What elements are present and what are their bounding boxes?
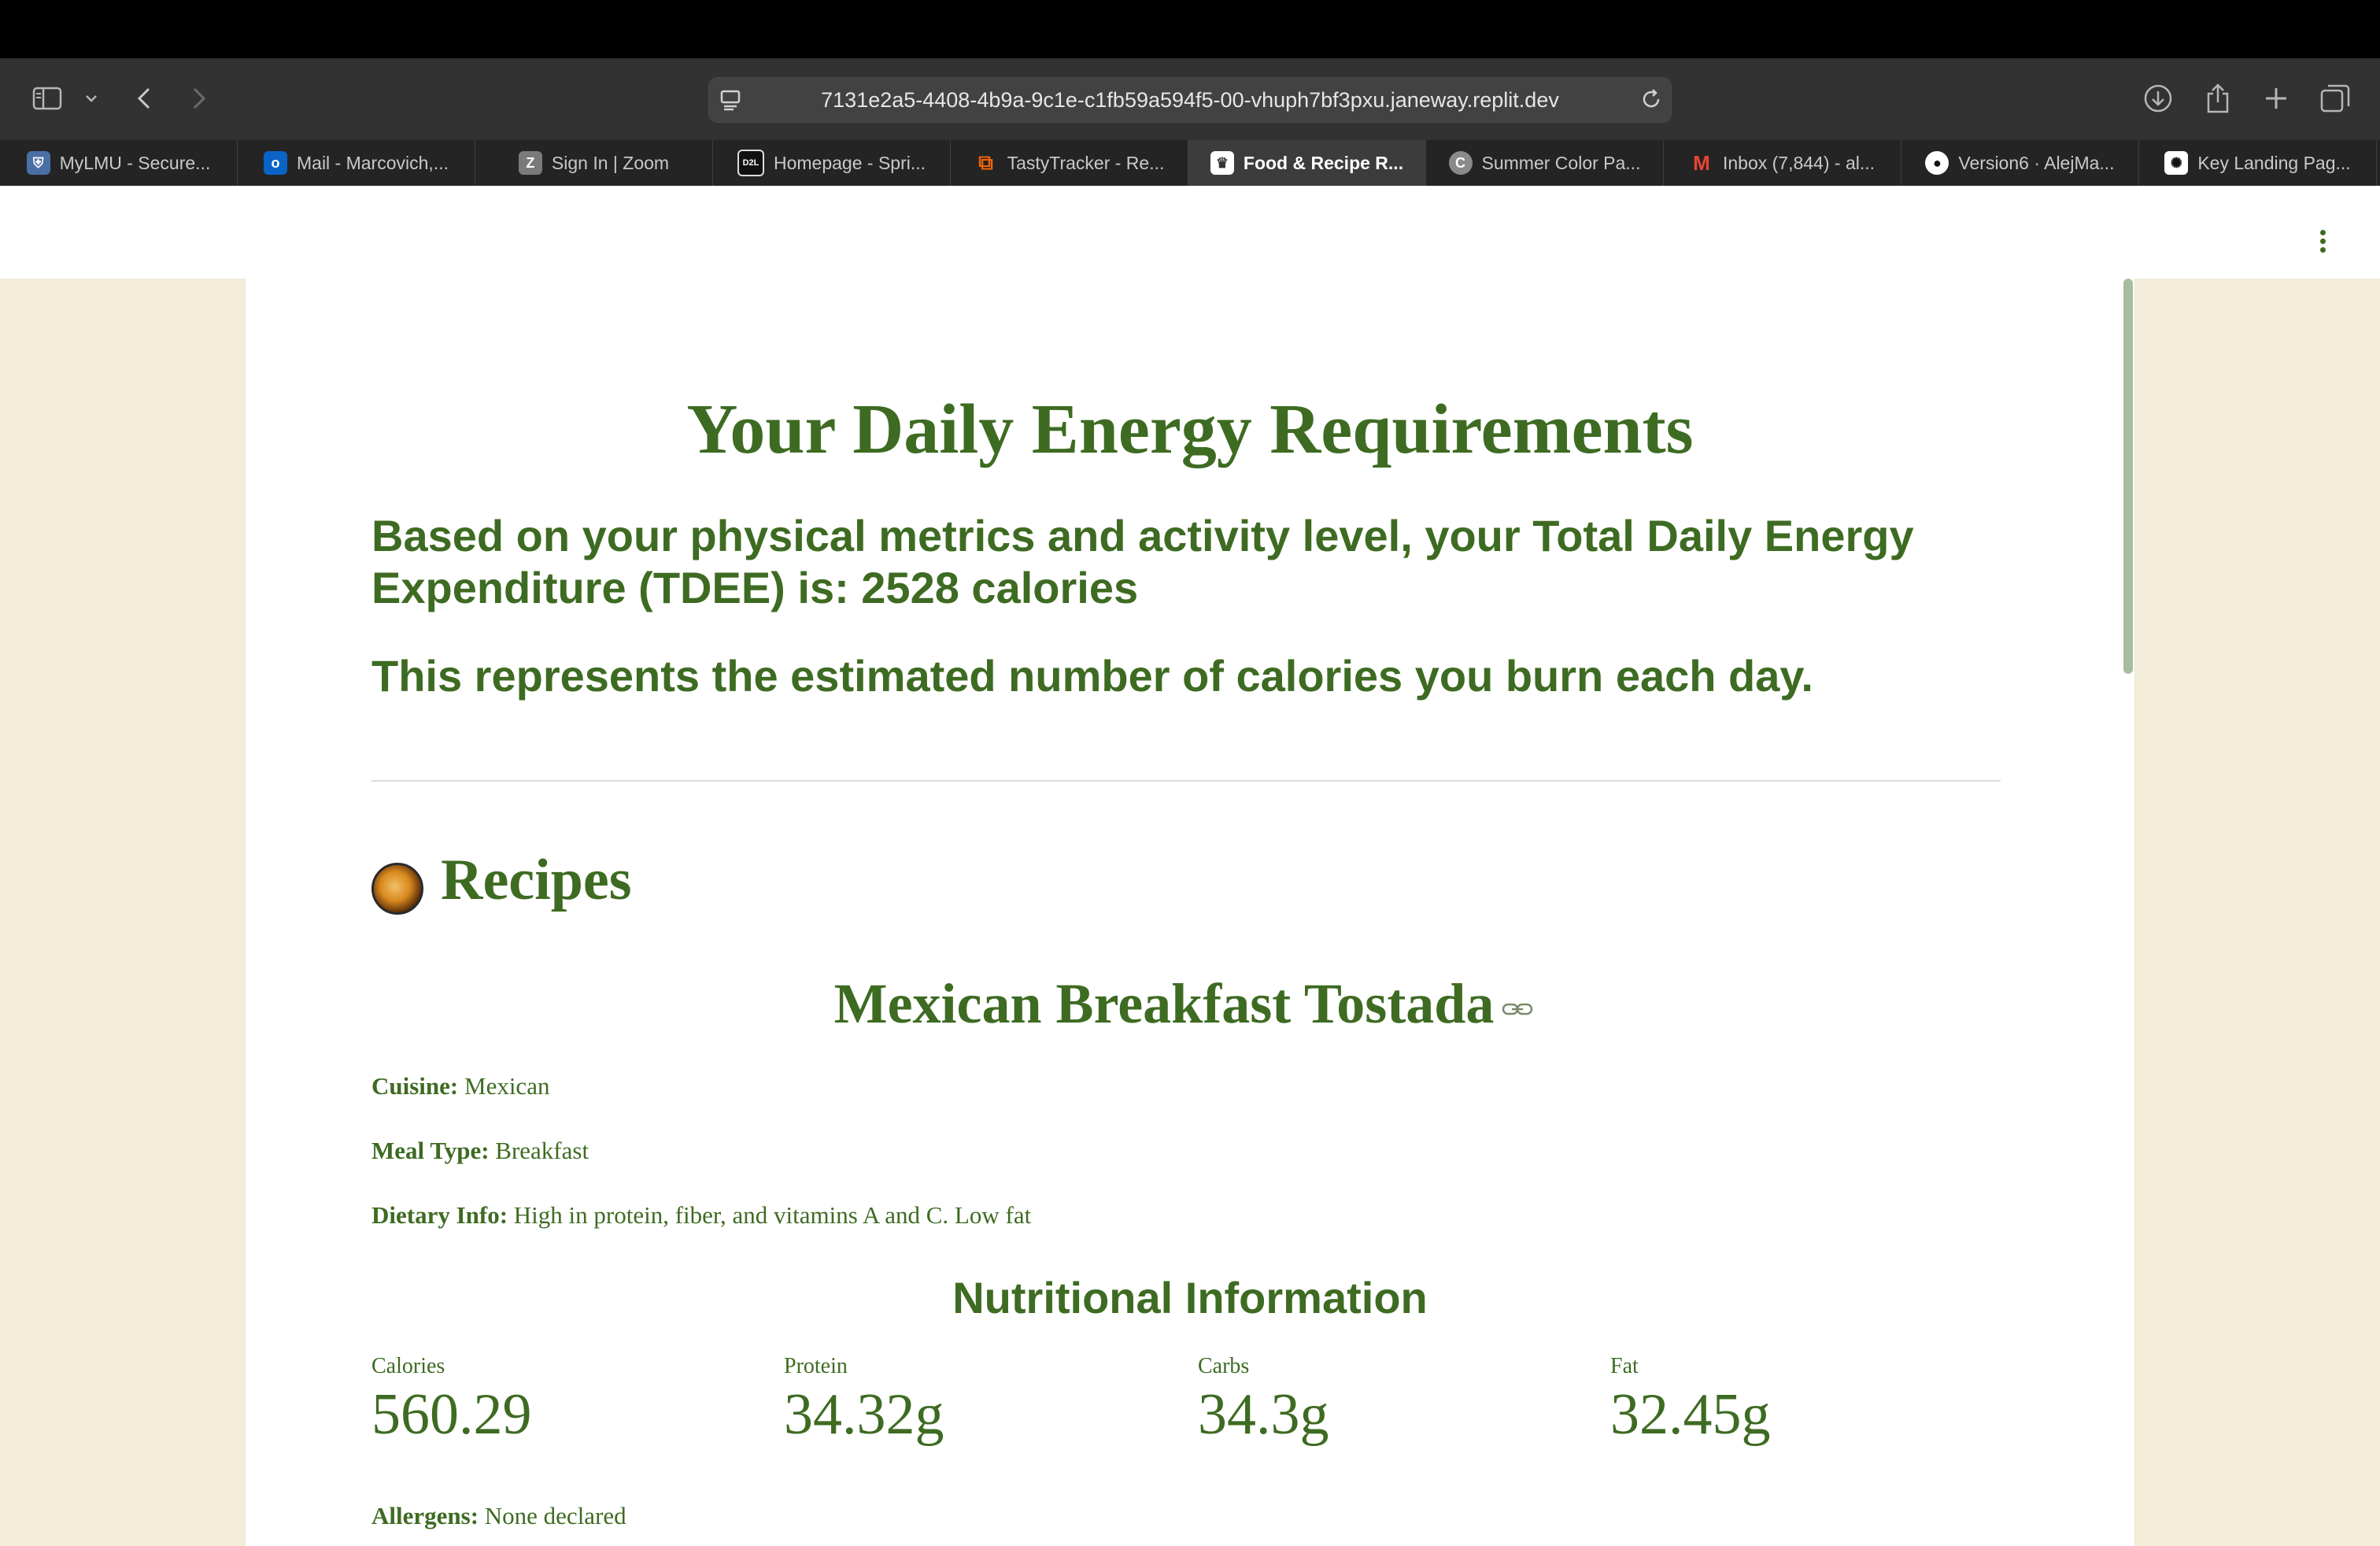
reload-icon[interactable] — [1639, 87, 1663, 115]
downloads-icon[interactable] — [2141, 79, 2175, 118]
tab-summer-color[interactable]: C Summer Color Pa... — [1426, 140, 1664, 186]
tdee-summary: Based on your physical metrics and activ… — [371, 511, 1914, 612]
dietary-field: Dietary Info: High in protein, fiber, an… — [371, 1201, 1031, 1230]
replit-favicon-icon: ⧉ — [978, 150, 993, 174]
cuisine-value: Mexican — [464, 1072, 550, 1100]
share-icon[interactable] — [2201, 79, 2235, 118]
nutrition-heading: Nutritional Information — [952, 1273, 1428, 1322]
tab-homepage[interactable]: D2L Homepage - Spri... — [713, 140, 951, 186]
carbs-label: Carbs — [1198, 1354, 1250, 1378]
cuisine-field: Cuisine: Mexican — [371, 1072, 549, 1100]
browser-toolbar: 7131e2a5-4408-4b9a-9c1e-c1fb59a594f5-00-… — [0, 58, 2380, 140]
dietary-value: High in protein, fiber, and vitamins A a… — [513, 1201, 1032, 1229]
shield-favicon-icon: ⛨ — [26, 151, 50, 175]
recipe-name: Mexican Breakfast Tostada — [833, 972, 1495, 1035]
dietary-label: Dietary Info: — [371, 1201, 508, 1229]
github-favicon-icon: ● — [1925, 151, 1949, 175]
tab-overview-icon[interactable] — [2317, 79, 2353, 118]
protein-label: Protein — [784, 1354, 848, 1378]
protein-value: 34.32g — [784, 1382, 944, 1447]
d2l-favicon-icon: D2L — [737, 150, 764, 176]
meal-type-value: Breakfast — [495, 1137, 589, 1164]
tab-key-landing[interactable]: ✺ Key Landing Pag... — [2139, 140, 2377, 186]
chevron-down-icon[interactable] — [82, 79, 101, 118]
fat-value: 32.45g — [1610, 1382, 1771, 1447]
cuisine-label: Cuisine: — [371, 1072, 459, 1100]
forward-icon[interactable] — [186, 79, 213, 118]
outlook-favicon-icon: o — [264, 151, 287, 175]
food-bowl-icon — [371, 863, 423, 915]
carbs-stat: Carbs 34.3g — [1198, 1354, 1329, 1450]
sidebar-toggle-icon[interactable] — [30, 79, 65, 118]
tab-zoom[interactable]: Z Sign In | Zoom — [475, 140, 713, 186]
calories-value: 560.29 — [371, 1382, 532, 1447]
recipe-title: Mexican Breakfast Tostada — [246, 971, 2134, 1037]
fat-stat: Fat 32.45g — [1610, 1354, 1771, 1450]
allergens-value: None declared — [484, 1502, 626, 1529]
zoom-favicon-icon: Z — [518, 151, 542, 175]
tab-bar: ⛨ MyLMU - Secure... o Mail - Marcovich,...… — [0, 140, 2380, 186]
crown-favicon-icon: ♛ — [1210, 151, 1234, 175]
protein-stat: Protein 34.32g — [784, 1354, 944, 1450]
address-bar[interactable]: 7131e2a5-4408-4b9a-9c1e-c1fb59a594f5-00-… — [708, 77, 1672, 123]
main-content: Your Daily Energy Requirements Based on … — [246, 279, 2134, 1546]
openai-favicon-icon: ✺ — [2164, 151, 2189, 175]
back-icon[interactable] — [131, 79, 157, 118]
carbs-value: 34.3g — [1198, 1382, 1329, 1447]
new-tab-icon[interactable] — [2259, 79, 2293, 118]
calories-stat: Calories 560.29 — [371, 1354, 532, 1450]
more-options-icon[interactable] — [2320, 230, 2328, 256]
url-text[interactable]: 7131e2a5-4408-4b9a-9c1e-c1fb59a594f5-00-… — [709, 78, 1671, 122]
tab-inbox[interactable]: M Inbox (7,844) - al... — [1664, 140, 1901, 186]
tab-version6[interactable]: ● Version6 · AlejMa... — [1901, 140, 2139, 186]
tab-mylmu[interactable]: ⛨ MyLMU - Secure... — [0, 140, 238, 186]
meal-type-field: Meal Type: Breakfast — [371, 1137, 589, 1165]
menu-bar — [0, 0, 2380, 58]
fat-label: Fat — [1610, 1354, 1639, 1378]
link-icon[interactable] — [1502, 1000, 1533, 1023]
divider — [371, 780, 2001, 782]
tab-mail[interactable]: o Mail - Marcovich,... — [238, 140, 475, 186]
recipes-heading: Recipes — [441, 848, 632, 912]
page-title: Your Daily Energy Requirements — [686, 390, 1694, 468]
gmail-favicon-icon: M — [1693, 150, 1710, 175]
allergens-label: Allergens: — [371, 1502, 479, 1529]
tab-tastytracker[interactable]: ⧉ TastyTracker - Re... — [951, 140, 1188, 186]
tdee-note: This represents the estimated number of … — [371, 651, 1813, 701]
calories-label: Calories — [371, 1354, 445, 1378]
page-header — [0, 186, 2380, 279]
meal-type-label: Meal Type: — [371, 1137, 490, 1164]
tab-food-recipe[interactable]: ♛ Food & Recipe R... — [1188, 140, 1426, 186]
allergens-field: Allergens: None declared — [371, 1502, 626, 1530]
coolors-favicon-icon: C — [1448, 151, 1473, 175]
scrollbar[interactable] — [2123, 279, 2133, 674]
